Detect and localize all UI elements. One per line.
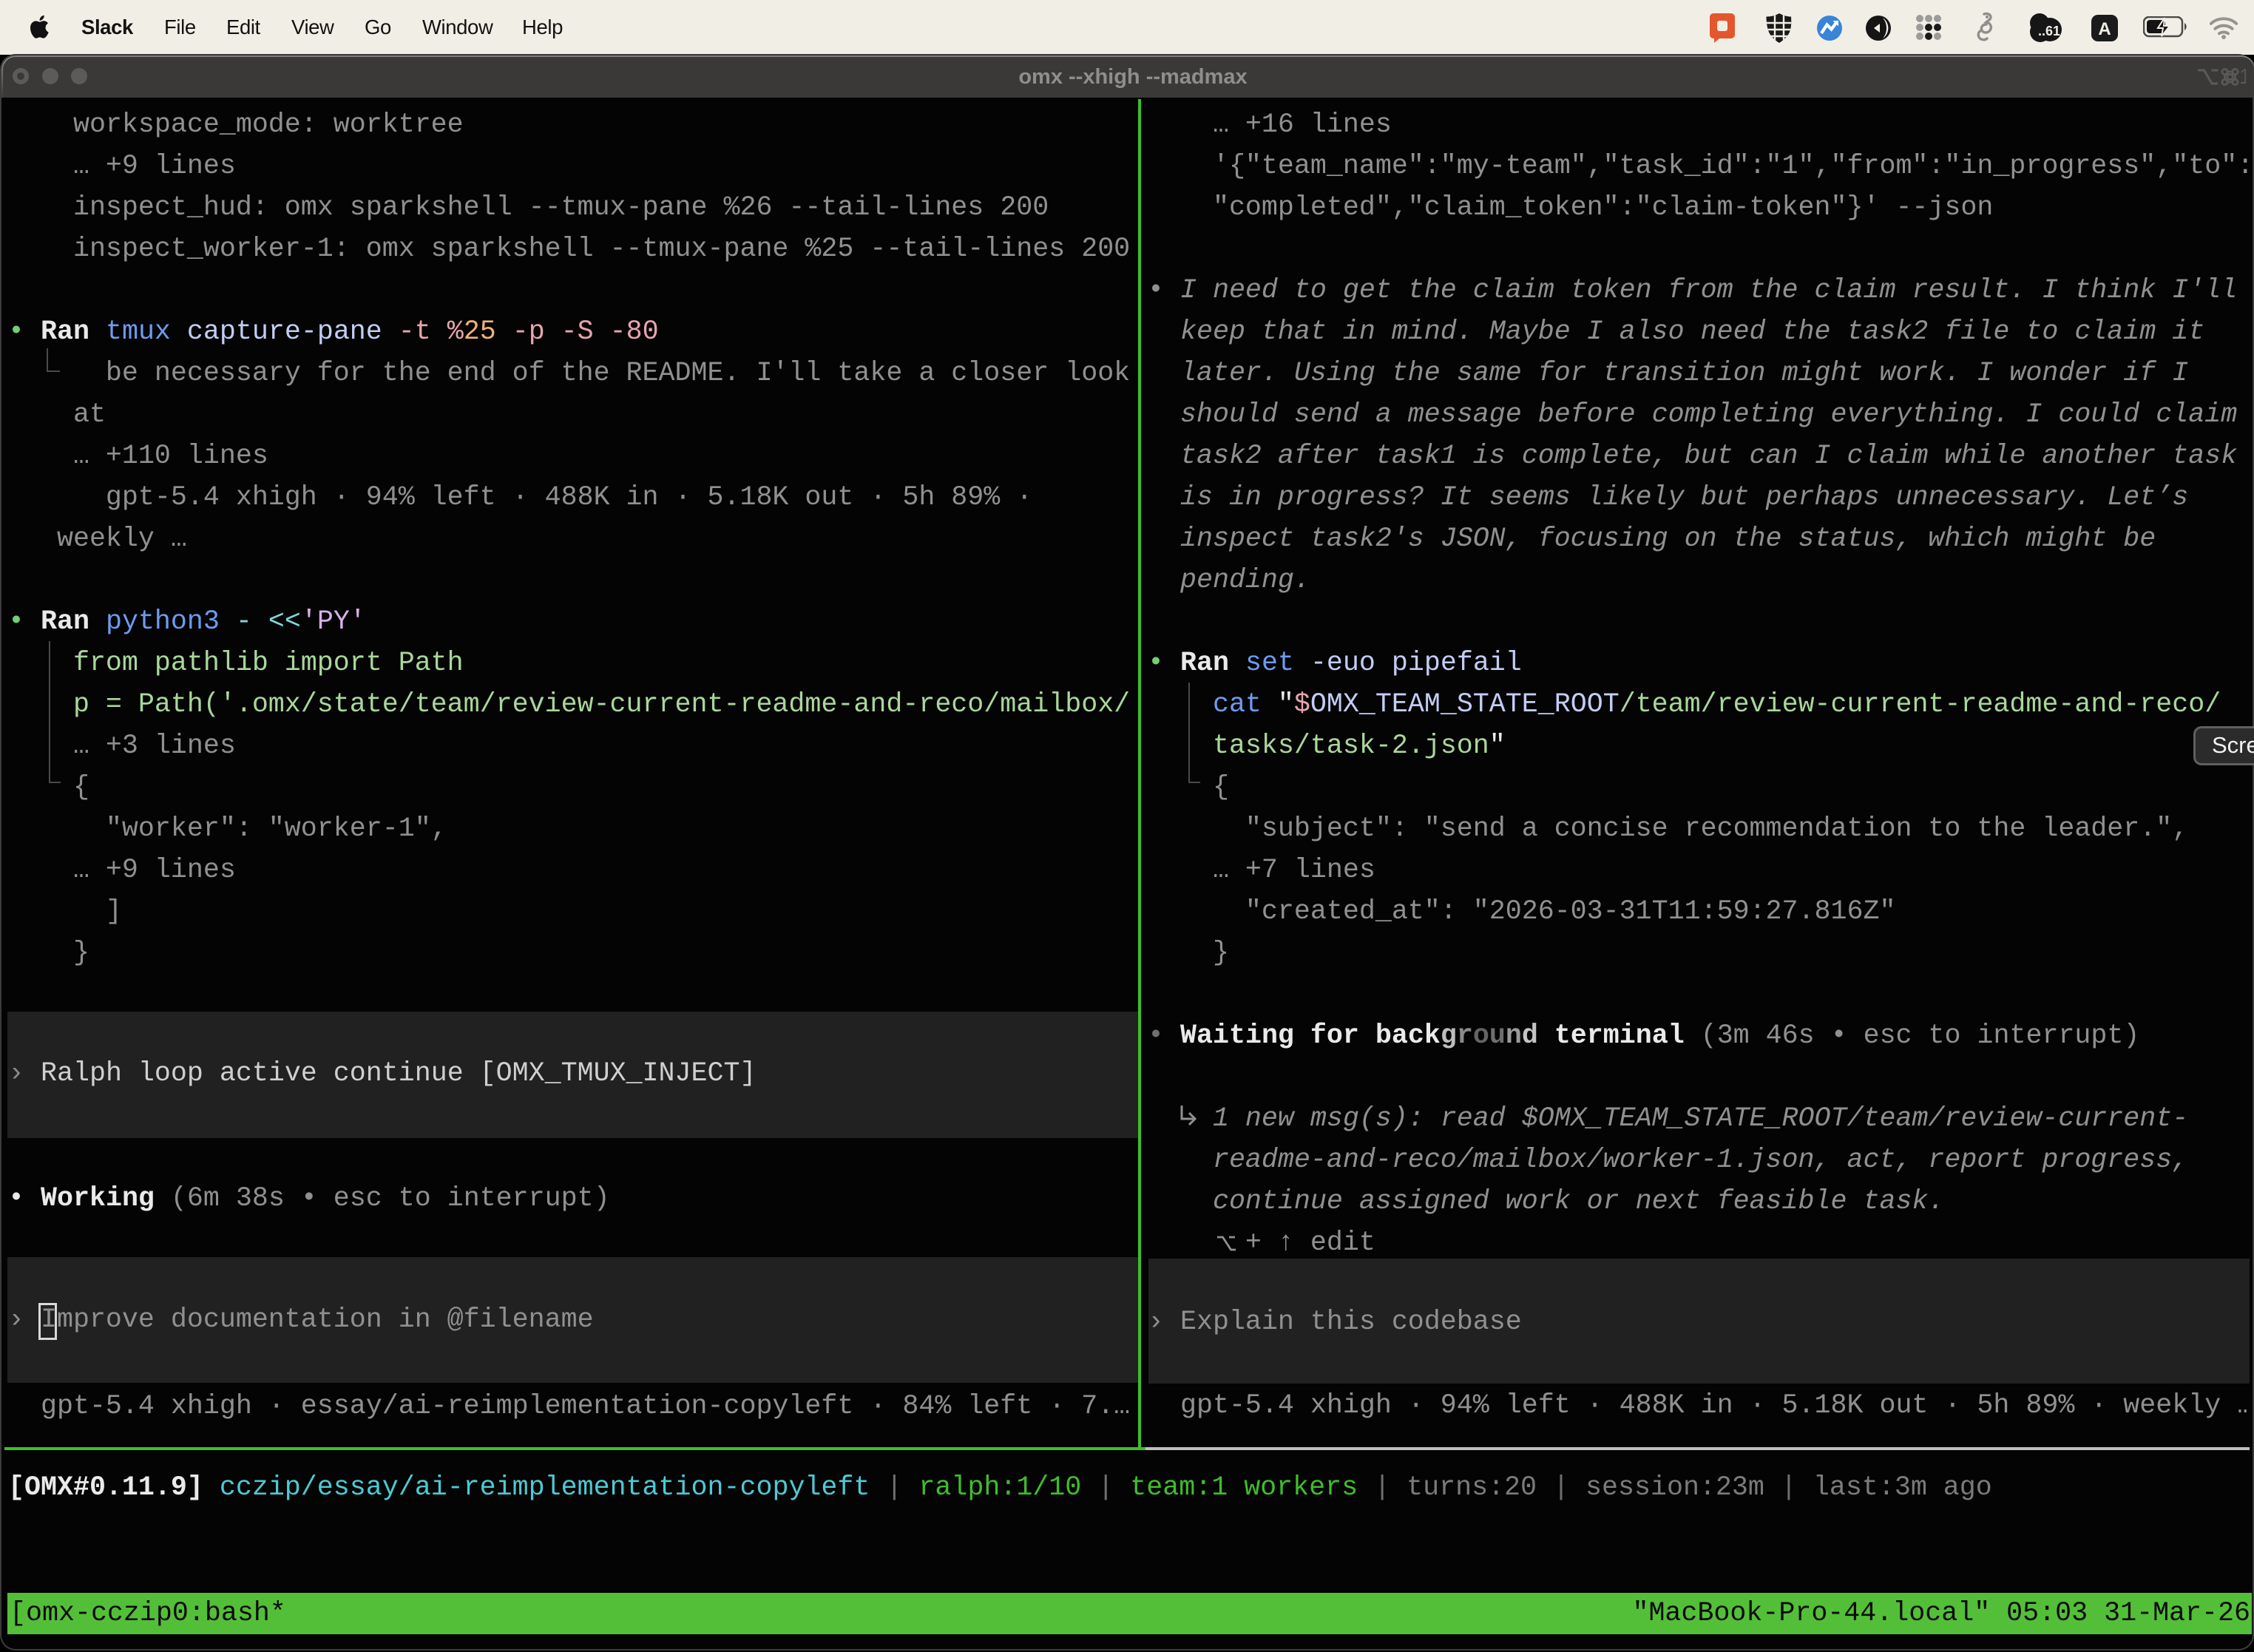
svg-text:A: A xyxy=(2098,19,2111,39)
svg-text:1: 1 xyxy=(2239,65,2246,89)
svg-text:..61: ..61 xyxy=(2038,24,2060,38)
